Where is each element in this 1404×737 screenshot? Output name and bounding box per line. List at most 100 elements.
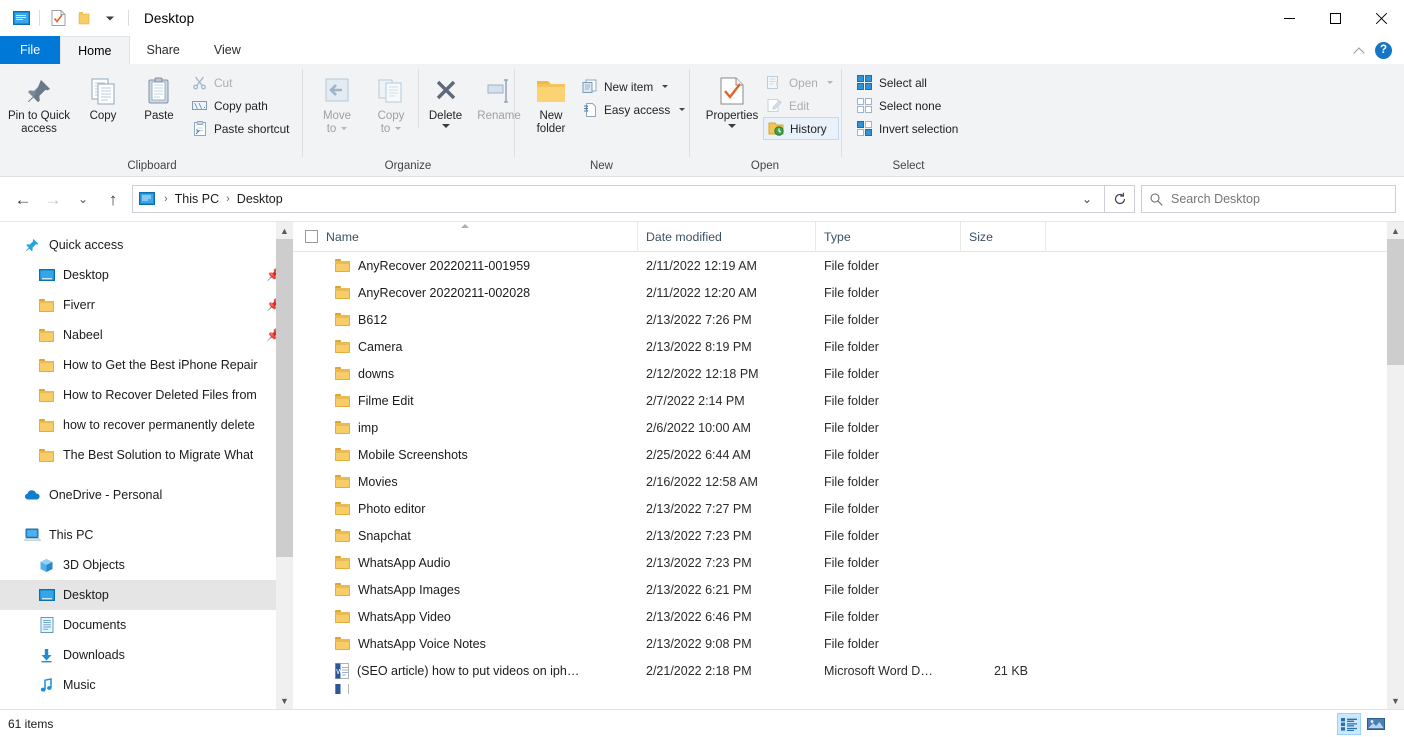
sidebar-item-desktop-qa[interactable]: Desktop 📌: [0, 260, 293, 290]
column-header-date-modified[interactable]: Date modified: [638, 222, 816, 252]
properties-button[interactable]: Properties: [701, 69, 763, 128]
file-scroll-track[interactable]: [1387, 239, 1404, 692]
copy-to-button[interactable]: Copy to: [364, 69, 418, 135]
address-bar: ← → ⌄ ↑ › This PC › Desktop ⌄ Search Des…: [0, 177, 1404, 221]
file-scroll-thumb[interactable]: [1387, 239, 1404, 365]
tab-file[interactable]: File: [0, 36, 61, 64]
breadcrumb-separator-1[interactable]: ›: [221, 193, 235, 205]
pin-to-quick-access-button[interactable]: Pin to Quick access: [2, 69, 76, 135]
table-row[interactable]: W (SEO article) how to put videos on iph…: [293, 657, 1404, 684]
table-row[interactable]: B612 2/13/2022 7:26 PM File folder: [293, 306, 1404, 333]
navigation-pane-scrollbar[interactable]: ▲ ▼: [276, 222, 293, 709]
explorer-icon[interactable]: [8, 5, 34, 31]
sidebar-item-documents[interactable]: Documents: [0, 610, 293, 640]
table-row[interactable]: Camera 2/13/2022 8:19 PM File folder: [293, 333, 1404, 360]
breadcrumb-item-desktop[interactable]: Desktop: [235, 192, 285, 206]
previous-locations-button[interactable]: ⌄: [1074, 186, 1100, 212]
table-row[interactable]: Photo editor 2/13/2022 7:27 PM File fold…: [293, 495, 1404, 522]
breadcrumb[interactable]: › This PC › Desktop ⌄: [132, 185, 1105, 213]
search-box[interactable]: Search Desktop: [1141, 185, 1396, 213]
tab-share[interactable]: Share: [130, 36, 197, 64]
sidebar-item-iphone-repair[interactable]: How to Get the Best iPhone Repair: [0, 350, 293, 380]
column-header-size[interactable]: Size: [961, 222, 1046, 252]
new-folder-icon[interactable]: [71, 5, 97, 31]
table-row[interactable]: AnyRecover 20220211-002028 2/11/2022 12:…: [293, 279, 1404, 306]
help-icon[interactable]: ?: [1375, 41, 1392, 59]
back-button[interactable]: ←: [8, 185, 38, 213]
table-row[interactable]: WhatsApp Images 2/13/2022 6:21 PM File f…: [293, 576, 1404, 603]
table-row[interactable]: Movies 2/16/2022 12:58 AM File folder: [293, 468, 1404, 495]
breadcrumb-item-this-pc[interactable]: This PC: [173, 192, 221, 206]
nav-scroll-thumb[interactable]: [276, 239, 293, 557]
sidebar-item-this-pc[interactable]: This PC: [0, 520, 293, 550]
new-item-button[interactable]: New item: [578, 75, 691, 98]
column-header-type[interactable]: Type: [816, 222, 961, 252]
table-row-partial[interactable]: [293, 684, 1404, 694]
tab-view[interactable]: View: [197, 36, 258, 64]
copy-button[interactable]: Copy: [76, 69, 130, 123]
invert-selection-button[interactable]: Invert selection: [853, 117, 964, 140]
table-row[interactable]: Snapchat 2/13/2022 7:23 PM File folder: [293, 522, 1404, 549]
sidebar-item-downloads[interactable]: Downloads: [0, 640, 293, 670]
column-header-name[interactable]: Name: [293, 222, 638, 252]
details-view-button[interactable]: [1337, 712, 1361, 735]
move-to-button[interactable]: Move to: [310, 69, 364, 135]
paste-shortcut-button[interactable]: Paste shortcut: [188, 117, 295, 140]
delete-button[interactable]: Delete: [418, 69, 472, 128]
select-all-checkbox[interactable]: [305, 230, 318, 243]
table-row[interactable]: Mobile Screenshots 2/25/2022 6:44 AM Fil…: [293, 441, 1404, 468]
table-row[interactable]: WhatsApp Video 2/13/2022 6:46 PM File fo…: [293, 603, 1404, 630]
sidebar-item-permanently-deleted[interactable]: how to recover permanently delete: [0, 410, 293, 440]
column-header-empty[interactable]: [1046, 222, 1387, 252]
sidebar-item-onedrive[interactable]: OneDrive - Personal: [0, 480, 293, 510]
recent-locations-button[interactable]: ⌄: [68, 185, 98, 213]
sidebar-item-desktop[interactable]: Desktop: [0, 580, 293, 610]
sidebar-item-3d-objects[interactable]: 3D Objects: [0, 550, 293, 580]
tab-home[interactable]: Home: [60, 36, 130, 64]
up-button[interactable]: ↑: [98, 185, 128, 213]
history-button[interactable]: History: [763, 117, 839, 140]
cell-date: 2/13/2022 6:21 PM: [646, 582, 752, 597]
minimize-button[interactable]: [1266, 0, 1312, 36]
large-icons-view-button[interactable]: [1364, 713, 1388, 735]
nav-scroll-up-button[interactable]: ▲: [276, 222, 293, 239]
search-input[interactable]: Search Desktop: [1171, 192, 1260, 206]
new-folder-big-icon: [535, 72, 567, 110]
properties-icon[interactable]: [45, 5, 71, 31]
sidebar-item-fiverr[interactable]: Fiverr 📌: [0, 290, 293, 320]
select-none-button[interactable]: Select none: [853, 94, 964, 117]
folder-icon: [335, 610, 350, 623]
close-button[interactable]: [1358, 0, 1404, 36]
nav-scroll-track[interactable]: [276, 239, 293, 692]
refresh-button[interactable]: [1105, 185, 1135, 213]
table-row[interactable]: imp 2/6/2022 10:00 AM File folder: [293, 414, 1404, 441]
edit-button[interactable]: Edit: [763, 94, 839, 117]
collapse-ribbon-icon[interactable]: [1354, 45, 1365, 56]
easy-access-button[interactable]: Easy access: [578, 98, 691, 121]
new-folder-button[interactable]: New folder: [524, 69, 578, 135]
breadcrumb-separator-0[interactable]: ›: [159, 193, 173, 205]
table-row[interactable]: Filme Edit 2/7/2022 2:14 PM File folder: [293, 387, 1404, 414]
sidebar-item-music[interactable]: Music: [0, 670, 293, 700]
cut-button[interactable]: Cut: [188, 71, 295, 94]
maximize-button[interactable]: [1312, 0, 1358, 36]
navigation-pane: Quick access Desktop 📌 Fiverr 📌 Nabeel 📌…: [0, 222, 293, 709]
table-row[interactable]: AnyRecover 20220211-001959 2/11/2022 12:…: [293, 252, 1404, 279]
forward-button[interactable]: →: [38, 185, 68, 213]
select-all-button[interactable]: Select all: [853, 71, 964, 94]
open-button[interactable]: Open: [763, 71, 839, 94]
table-row[interactable]: WhatsApp Voice Notes 2/13/2022 9:08 PM F…: [293, 630, 1404, 657]
file-list-scrollbar[interactable]: ▲ ▼: [1387, 222, 1404, 709]
sidebar-item-quick-access[interactable]: Quick access: [0, 230, 293, 260]
customize-dropdown-icon[interactable]: [97, 5, 123, 31]
file-scroll-up-button[interactable]: ▲: [1387, 222, 1404, 239]
paste-button[interactable]: Paste: [130, 69, 188, 123]
sidebar-item-recover-deleted[interactable]: How to Recover Deleted Files from: [0, 380, 293, 410]
table-row[interactable]: WhatsApp Audio 2/13/2022 7:23 PM File fo…: [293, 549, 1404, 576]
nav-scroll-down-button[interactable]: ▼: [276, 692, 293, 709]
table-row[interactable]: downs 2/12/2022 12:18 PM File folder: [293, 360, 1404, 387]
sidebar-item-migrate-whatsapp[interactable]: The Best Solution to Migrate What: [0, 440, 293, 470]
copy-path-button[interactable]: \\.. Copy path: [188, 94, 295, 117]
sidebar-item-nabeel[interactable]: Nabeel 📌: [0, 320, 293, 350]
file-scroll-down-button[interactable]: ▼: [1387, 692, 1404, 709]
